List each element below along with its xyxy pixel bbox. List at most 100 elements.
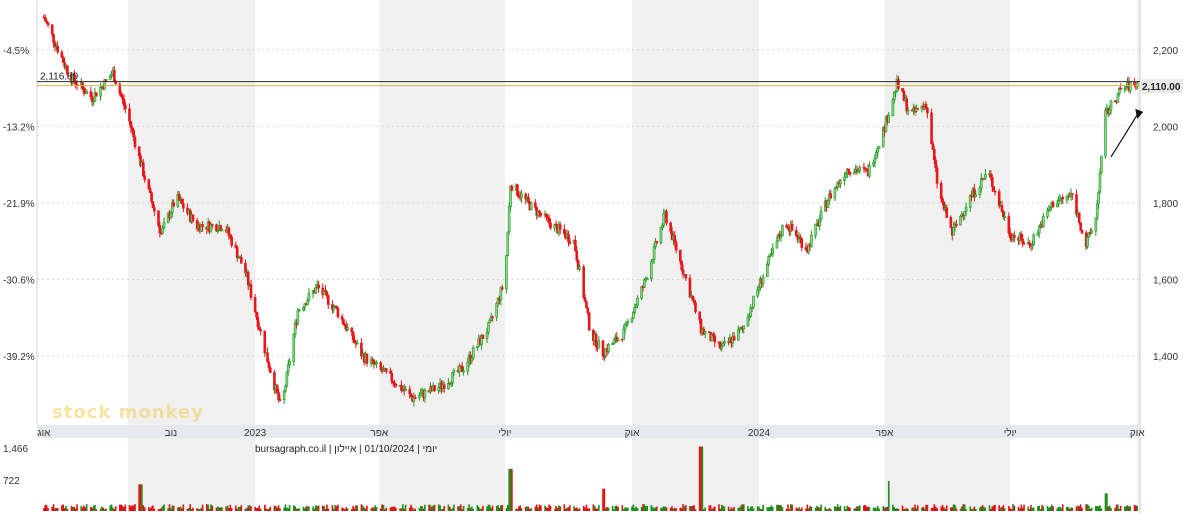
candle-body (662, 213, 666, 226)
candle-body (930, 112, 933, 145)
candle-body (935, 167, 939, 184)
y-left-tick-label: -4.5% (3, 46, 29, 57)
candle-body (257, 326, 261, 330)
volume-bar (959, 508, 962, 511)
candle-body (781, 225, 784, 236)
volume-bar (250, 506, 252, 511)
volume-bar (196, 508, 198, 511)
candle-body (314, 287, 318, 294)
volume-bar (47, 508, 49, 511)
volume-bar (480, 508, 483, 511)
volume-bar (1002, 505, 1005, 511)
volume-bar (468, 504, 470, 511)
volume-bar (1115, 504, 1118, 511)
volume-bar (239, 506, 241, 511)
x-tick-label: 2024 (748, 428, 771, 439)
volume-bar (731, 508, 734, 511)
candle-body (292, 334, 296, 362)
candle-body (1097, 191, 1100, 205)
volume-bar (99, 508, 102, 511)
volume-bar (934, 506, 937, 511)
candle-body (736, 329, 740, 341)
volume-bar (346, 508, 349, 511)
candle-body (353, 339, 356, 343)
volume-bar (366, 505, 368, 511)
volume-bar (974, 508, 977, 511)
candle-body (82, 87, 86, 94)
candle-body (404, 389, 407, 392)
candle-body (244, 262, 247, 273)
volume-bar (940, 506, 943, 511)
volume-bar (295, 508, 298, 511)
volume-bar (520, 507, 523, 511)
candle-body (182, 203, 185, 209)
candle-body (633, 307, 637, 313)
volume-bar (664, 506, 666, 511)
candle-body (277, 392, 280, 400)
volume-bar (524, 506, 527, 511)
candle-body (607, 344, 610, 353)
volume-bar (279, 508, 281, 511)
candle-body (266, 352, 269, 363)
candle-body (286, 364, 290, 372)
volume-bar (595, 508, 597, 511)
candle-body (901, 88, 904, 92)
volume-bar (1135, 505, 1137, 511)
volume-bar (460, 504, 462, 511)
volume-bar (627, 507, 629, 511)
candle-body (916, 108, 920, 110)
volume-bar (932, 507, 934, 511)
volume-bar (124, 504, 127, 511)
volume-tick-label: 1,466 (3, 444, 28, 455)
volume-bar (160, 508, 163, 511)
volume-bar (266, 509, 269, 511)
volume-bar (55, 507, 58, 511)
volume-bar (70, 505, 73, 511)
volume-bar (1023, 504, 1025, 511)
candle-body (632, 312, 635, 319)
volume-bar (431, 507, 433, 511)
volume-bar (894, 508, 897, 511)
volume-bar (103, 509, 106, 511)
candle-body (964, 207, 968, 212)
volume-bar (1096, 506, 1099, 511)
candle-body (246, 272, 250, 286)
volume-bar (1114, 507, 1116, 511)
volume-bar (564, 508, 567, 511)
volume-bar (787, 504, 789, 511)
candle-body (732, 336, 736, 341)
volume-bar (814, 507, 817, 511)
volume-bar (226, 505, 229, 511)
x-tick-label: אוג (37, 428, 51, 439)
volume-bar (189, 504, 192, 511)
candle-body (979, 178, 983, 189)
volume-bar (56, 508, 59, 511)
volume-bar (316, 505, 319, 511)
volume-bar (756, 506, 759, 511)
volume-bar (143, 507, 146, 511)
volume-bar (857, 506, 860, 511)
candle-body (129, 121, 133, 128)
volume-bar (379, 508, 382, 511)
volume-bar (795, 507, 798, 511)
candle-body (1116, 93, 1120, 103)
volume-bar (698, 446, 701, 511)
x-tick-label: אפר (876, 428, 894, 439)
candle-body (752, 295, 755, 308)
volume-bar (1068, 508, 1071, 511)
volume-bar (602, 488, 604, 511)
candle-body (1007, 216, 1011, 234)
candle-body (230, 236, 233, 246)
candle-body (1086, 236, 1089, 247)
volume-bar (439, 505, 441, 511)
volume-bar (573, 506, 575, 511)
volume-bar (390, 506, 393, 511)
candle-body (974, 194, 978, 197)
volume-bar (853, 508, 856, 511)
candle-body (113, 70, 116, 82)
volume-bar (229, 504, 232, 511)
volume-bar (148, 507, 150, 511)
volume-bar (469, 508, 472, 511)
volume-bar (885, 507, 887, 511)
candle-body (510, 185, 514, 191)
